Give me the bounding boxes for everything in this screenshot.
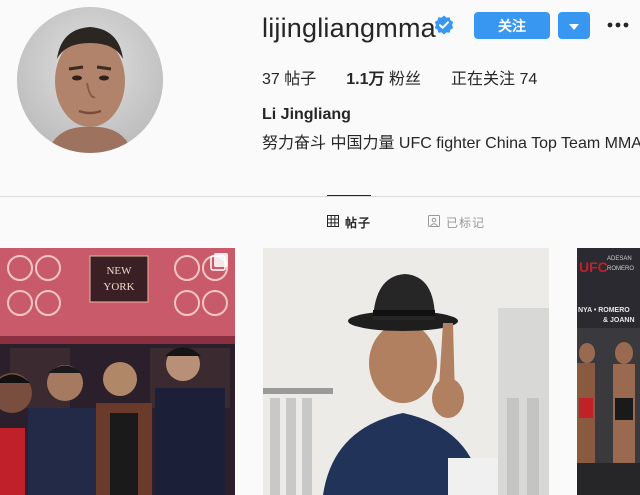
tab-posts-label: 帖子 (345, 216, 372, 230)
tab-tagged-label: 已标记 (446, 216, 486, 230)
profile-username: lijingliangmma (262, 13, 436, 43)
tag-icon (428, 215, 440, 230)
posts-count: 37 (262, 71, 280, 88)
posts-label: 帖子 (284, 71, 317, 88)
tab-divider (0, 196, 640, 197)
banner-line-2: ROMERO (607, 266, 634, 272)
banner-line-4: & JOANN (603, 317, 635, 324)
verified-badge-icon (434, 15, 454, 35)
followers-count: 1.1万 (346, 71, 385, 88)
profile-bio: 努力奋斗 中国力量 UFC fighter China Top Team MMA (262, 135, 640, 152)
followers-label: 粉丝 (388, 71, 421, 88)
profile-avatar[interactable] (17, 7, 163, 153)
followers-stat[interactable]: 1.1万 粉丝 (346, 65, 421, 89)
following-stat[interactable]: 正在关注 74 (451, 65, 537, 89)
grid-icon (327, 215, 339, 230)
post-thumbnail[interactable]: NEW YORK (0, 248, 235, 495)
following-label: 正在关注 (450, 71, 515, 88)
tab-tagged[interactable]: 已标记 (428, 214, 485, 231)
post-thumbnail[interactable]: ADESAN ROMERO NYA • ROMERO & JOANN UFC (577, 248, 640, 495)
banner-line-3: NYA • ROMERO (578, 307, 630, 314)
following-count: 74 (519, 71, 538, 88)
active-tab-indicator (327, 195, 371, 196)
sign-text-line-2: YORK (103, 281, 134, 293)
profile-stats: 37 帖子 1.1万 粉丝 正在关注 74 (262, 65, 567, 89)
suggestions-dropdown-button[interactable] (558, 12, 590, 39)
caret-down-icon (569, 17, 579, 35)
profile-full-name: Li Jingliang (262, 106, 351, 123)
banner-logo-text: UFC (579, 259, 608, 275)
tab-posts[interactable]: 帖子 (327, 214, 371, 231)
follow-button[interactable]: 关注 (474, 12, 550, 39)
banner-line-1: ADESAN (607, 256, 632, 262)
more-options-icon[interactable] (604, 11, 632, 39)
post-thumbnail[interactable] (263, 248, 549, 495)
sign-text-line-1: NEW (106, 265, 132, 277)
posts-stat: 37 帖子 (262, 65, 316, 89)
